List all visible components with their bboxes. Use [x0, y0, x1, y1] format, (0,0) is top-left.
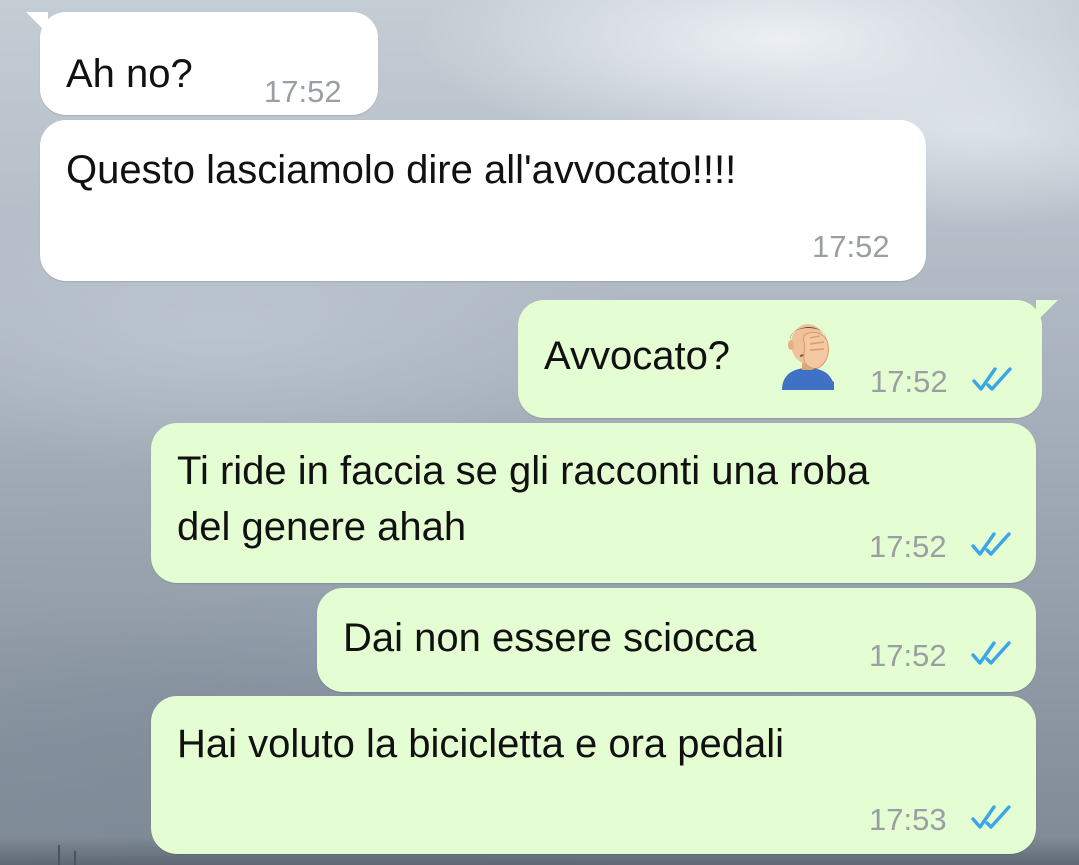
wallpaper-pylon	[58, 845, 60, 865]
message-text: Avvocato?	[544, 334, 731, 378]
double-check-read-icon	[972, 367, 1012, 391]
message-text: Hai voluto la bicicletta e ora pedali	[177, 722, 785, 766]
message-timestamp: 17:52	[869, 529, 947, 564]
message-bubble-outgoing[interactable]: Hai voluto la bicicletta e ora pedali 17…	[151, 696, 1036, 854]
bubble-tail	[26, 12, 48, 34]
message-bubble-incoming[interactable]: Ah no? 17:52	[26, 12, 378, 115]
message-text: Dai non essere sciocca	[343, 616, 757, 660]
message-bubble-outgoing[interactable]: Ti ride in faccia se gli racconti una ro…	[151, 423, 1036, 583]
message-timestamp: 17:52	[264, 74, 342, 109]
message-timestamp: 17:52	[870, 364, 948, 399]
message-timestamp: 17:52	[869, 638, 947, 673]
message-text: Questo lasciamolo dire all'avvocato!!!!	[66, 148, 737, 192]
double-check-read-icon	[971, 532, 1011, 556]
message-bubble-incoming[interactable]: Questo lasciamolo dire all'avvocato!!!! …	[40, 120, 926, 281]
bubble-tail	[1036, 300, 1058, 322]
message-bubble-outgoing[interactable]: Dai non essere sciocca 17:52	[317, 588, 1036, 692]
message-bubble-outgoing[interactable]: Avvocato? 17:52	[518, 300, 1058, 418]
double-check-read-icon	[971, 641, 1011, 665]
face-palm-emoji	[782, 324, 834, 390]
message-timestamp: 17:53	[869, 802, 947, 837]
message-text-line-2: del genere ahah	[177, 505, 467, 549]
double-check-read-icon	[971, 805, 1011, 829]
message-text-line-1: Ti ride in faccia se gli racconti una ro…	[177, 449, 870, 493]
message-text: Ah no?	[66, 52, 193, 96]
message-timestamp: 17:52	[812, 229, 890, 264]
wallpaper-pylon	[74, 851, 76, 865]
